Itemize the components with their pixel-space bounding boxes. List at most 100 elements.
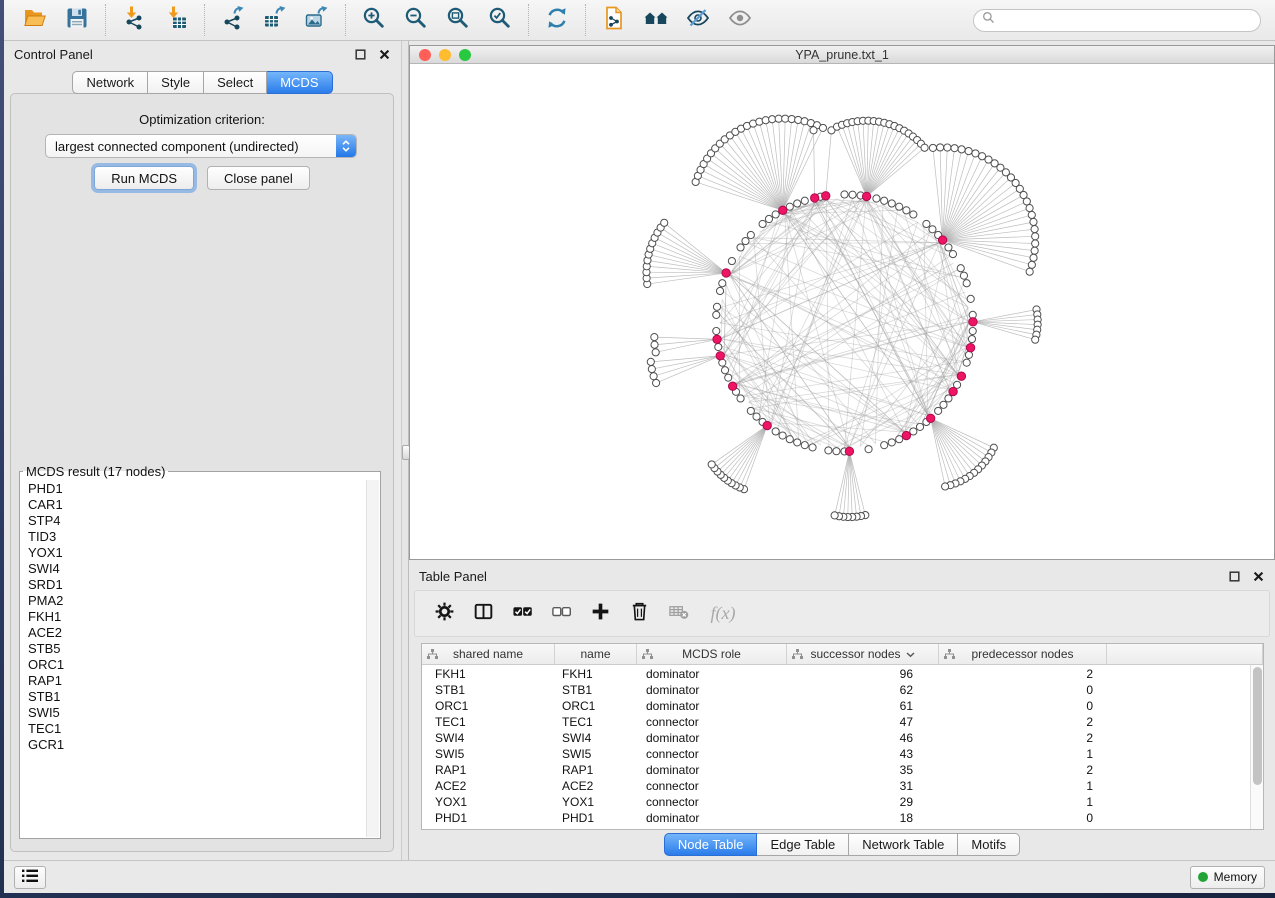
ring-node[interactable] — [968, 335, 975, 342]
cell-shared-name[interactable]: ACE2 — [422, 779, 555, 793]
export-network-button[interactable] — [212, 3, 254, 37]
ring-node[interactable] — [801, 197, 808, 204]
tab-network[interactable]: Network — [72, 71, 148, 94]
mcds-result-item[interactable]: TID3 — [21, 529, 365, 545]
leaf-node[interactable] — [652, 349, 659, 356]
cell-mcds-role[interactable]: dominator — [637, 763, 787, 777]
column-header-shared-name[interactable]: shared name — [422, 644, 555, 664]
cell-shared-name[interactable]: RAP1 — [422, 763, 555, 777]
cell-predecessor-nodes[interactable]: 0 — [939, 699, 1107, 713]
ring-node[interactable] — [737, 395, 744, 402]
close-table-panel-icon[interactable] — [1252, 570, 1265, 583]
ring-node[interactable] — [935, 407, 942, 414]
ring-node[interactable] — [841, 191, 848, 198]
table-row[interactable]: SWI5SWI5connector431 — [422, 746, 1263, 762]
ring-node[interactable] — [865, 446, 872, 453]
table-row[interactable]: PHD1PHD1dominator180 — [422, 810, 1263, 826]
cell-successor-nodes[interactable]: 35 — [787, 763, 939, 777]
cell-mcds-role[interactable]: dominator — [637, 667, 787, 681]
cell-name[interactable]: YOX1 — [555, 795, 637, 809]
ring-node[interactable] — [903, 207, 910, 214]
ring-node[interactable] — [715, 343, 722, 350]
task-history-button[interactable] — [14, 866, 46, 889]
mcds-list-scrollbar[interactable] — [366, 480, 379, 837]
mcds-hub-node[interactable] — [845, 447, 853, 455]
ring-node[interactable] — [949, 251, 956, 258]
cell-mcds-role[interactable]: dominator — [637, 811, 787, 825]
open-session-button[interactable] — [14, 3, 56, 37]
tab-network-table[interactable]: Network Table — [849, 833, 958, 856]
ring-node[interactable] — [940, 401, 947, 408]
cell-mcds-role[interactable]: connector — [637, 747, 787, 761]
ring-node[interactable] — [716, 287, 723, 294]
ring-node[interactable] — [753, 413, 760, 420]
ring-node[interactable] — [772, 211, 779, 218]
ring-node[interactable] — [881, 442, 888, 449]
cell-predecessor-nodes[interactable]: 0 — [939, 683, 1107, 697]
leaf-node[interactable] — [944, 144, 951, 151]
ring-node[interactable] — [873, 195, 880, 202]
mcds-hub-node[interactable] — [902, 431, 910, 439]
deselect-all-rows-button[interactable] — [549, 602, 573, 626]
hide-selected-button[interactable] — [677, 3, 719, 37]
leaf-node[interactable] — [1028, 211, 1035, 218]
ring-node[interactable] — [765, 215, 772, 222]
mcds-result-item[interactable]: FKH1 — [21, 609, 365, 625]
cell-shared-name[interactable]: FKH1 — [422, 667, 555, 681]
table-row[interactable]: FKH1FKH1dominator962 — [422, 666, 1263, 682]
cell-name[interactable]: ACE2 — [555, 779, 637, 793]
ring-node[interactable] — [786, 436, 793, 443]
export-image-button[interactable] — [296, 3, 338, 37]
zoom-fit-content-button[interactable] — [437, 3, 479, 37]
mcds-result-item[interactable]: ORC1 — [21, 657, 365, 673]
cell-shared-name[interactable]: STB1 — [422, 683, 555, 697]
mcds-hub-node[interactable] — [969, 318, 977, 326]
mcds-result-item[interactable]: STP4 — [21, 513, 365, 529]
ring-node[interactable] — [945, 244, 952, 251]
panel-splitter[interactable] — [401, 41, 409, 860]
show-columns-button[interactable] — [471, 602, 495, 626]
run-mcds-button[interactable]: Run MCDS — [94, 166, 194, 190]
ring-node[interactable] — [957, 265, 964, 272]
zoom-in-button[interactable] — [353, 3, 395, 37]
ring-node[interactable] — [809, 444, 816, 451]
table-options-button[interactable] — [432, 602, 456, 626]
show-all-button[interactable] — [719, 3, 761, 37]
ring-node[interactable] — [737, 244, 744, 251]
ring-node[interactable] — [779, 432, 786, 439]
leaf-node[interactable] — [1030, 254, 1037, 261]
close-panel-button[interactable]: Close panel — [207, 166, 310, 190]
cell-name[interactable]: TEC1 — [555, 715, 637, 729]
ring-node[interactable] — [965, 351, 972, 358]
network-canvas[interactable] — [410, 65, 1274, 559]
cell-name[interactable]: STB1 — [555, 683, 637, 697]
leaf-node[interactable] — [1031, 226, 1038, 233]
leaf-node[interactable] — [661, 219, 668, 226]
import-network-from-file-button[interactable] — [113, 3, 155, 37]
tab-select[interactable]: Select — [204, 71, 267, 94]
leaf-node[interactable] — [648, 365, 655, 372]
cell-shared-name[interactable]: PHD1 — [422, 811, 555, 825]
leaf-node[interactable] — [651, 341, 658, 348]
cell-mcds-role[interactable]: dominator — [637, 683, 787, 697]
mcds-hub-node[interactable] — [779, 206, 787, 214]
ring-node[interactable] — [929, 226, 936, 233]
ring-node[interactable] — [772, 428, 779, 435]
mcds-result-item[interactable]: GCR1 — [21, 737, 365, 753]
cell-shared-name[interactable]: TEC1 — [422, 715, 555, 729]
ring-node[interactable] — [969, 327, 976, 334]
mcds-hub-node[interactable] — [822, 192, 830, 200]
leaf-node[interactable] — [937, 144, 944, 151]
leaf-node[interactable] — [929, 144, 936, 151]
ring-node[interactable] — [881, 197, 888, 204]
optimization-criterion-select[interactable]: largest connected component (undirected) — [45, 134, 357, 158]
table-row[interactable]: YOX1YOX1connector291 — [422, 794, 1263, 810]
ring-node[interactable] — [801, 442, 808, 449]
cell-successor-nodes[interactable]: 43 — [787, 747, 939, 761]
ring-node[interactable] — [963, 280, 970, 287]
leaf-node[interactable] — [1030, 218, 1037, 225]
cell-name[interactable]: RAP1 — [555, 763, 637, 777]
ring-node[interactable] — [833, 448, 840, 455]
cell-successor-nodes[interactable]: 29 — [787, 795, 939, 809]
cell-successor-nodes[interactable]: 61 — [787, 699, 939, 713]
